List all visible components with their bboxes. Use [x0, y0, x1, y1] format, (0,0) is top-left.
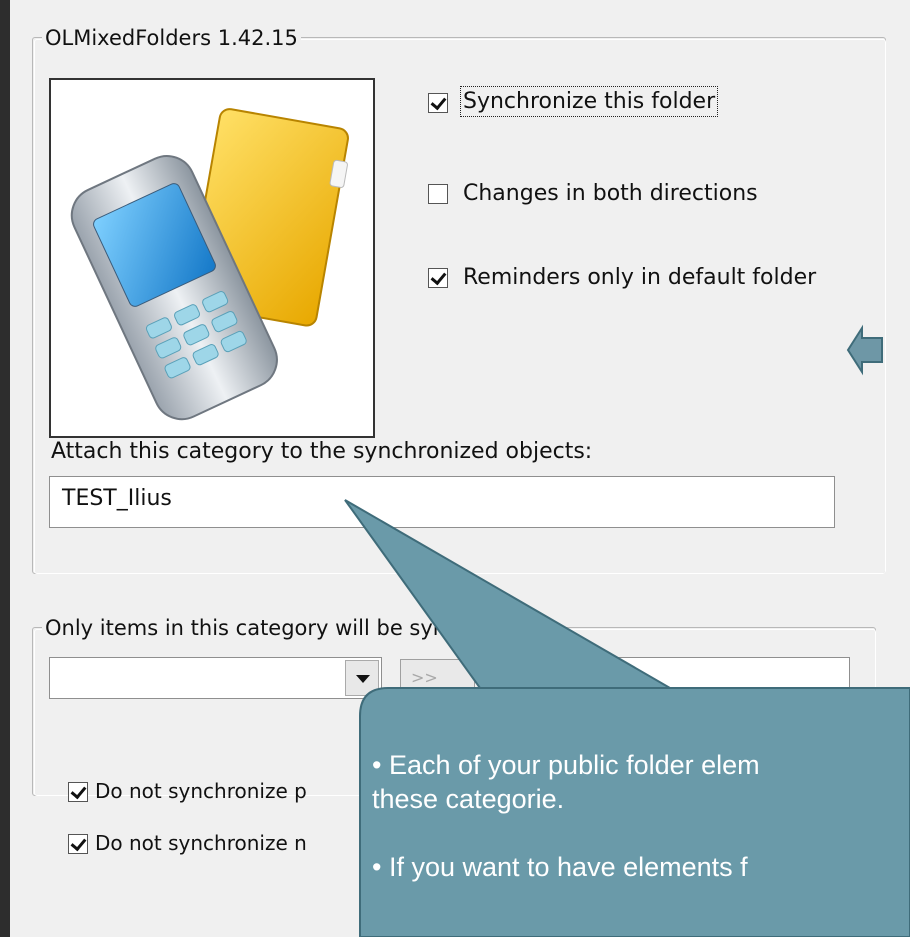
left-arrow-icon [846, 324, 883, 376]
callout-text: • Each of your public folder elem these … [372, 748, 910, 884]
callout-line-3: • If you want to have elements f [372, 852, 748, 882]
callout-line-1: • Each of your public folder elem [372, 750, 760, 780]
callout-line-2: these categorie. [372, 784, 565, 814]
